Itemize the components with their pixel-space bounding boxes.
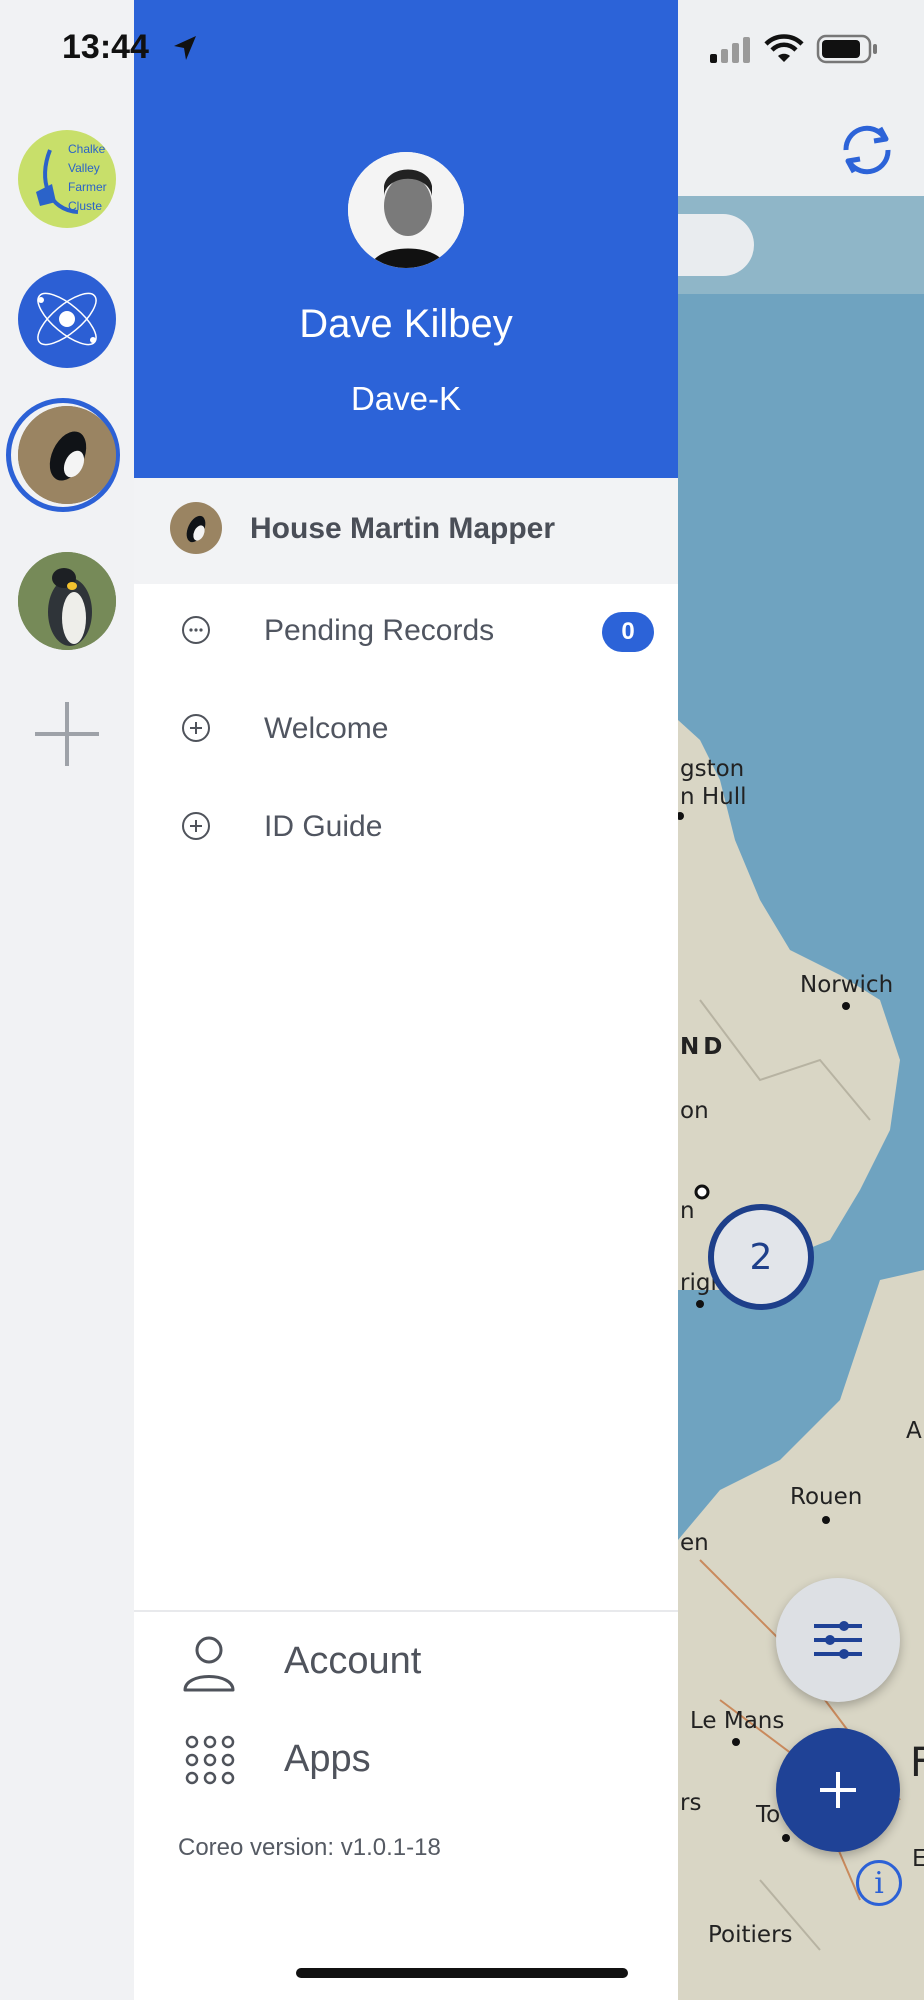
menu-item-label: Welcome [264,712,389,745]
apps-button[interactable]: Apps [134,1726,678,1812]
map-label: Rouen [790,1484,863,1510]
map-label: on [680,1098,709,1124]
pending-count-badge: 0 [602,612,654,652]
signal-icon [710,37,750,63]
map-label: A [906,1418,922,1444]
map-cluster-marker[interactable]: 2 [708,1204,814,1310]
app-avatar-penguin[interactable] [18,552,116,650]
map-label: E [912,1846,924,1872]
plus-icon [820,1772,856,1808]
home-indicator [296,1968,628,1978]
grid-dots-icon [185,1735,235,1785]
account-button[interactable]: Account [134,1628,678,1714]
menu-item-pending-records[interactable]: Pending Records 0 [134,586,678,682]
map-label: Le Mans [690,1708,785,1734]
battery-icon [816,34,877,64]
add-app-icon[interactable] [33,700,101,773]
avatar[interactable] [348,152,464,268]
divider [134,1610,678,1612]
app-avatar-chalke-valley[interactable]: Chalke Valley Farmer Cluste [18,130,116,228]
app-avatar-house-martin[interactable] [18,406,116,504]
bird-photo-icon [18,406,116,504]
atom-icon [37,292,97,346]
account-label: Account [284,1640,422,1682]
map-label: Norwich [800,972,894,998]
app-avatar-atom[interactable] [18,270,116,368]
status-time: 13:44 [62,28,149,66]
map-label: n [680,1198,695,1224]
menu-item-welcome[interactable]: Welcome [134,684,678,780]
map-label: rs [680,1790,702,1816]
person-icon [183,1636,235,1692]
profile-photo-icon [348,152,464,268]
filter-button[interactable] [776,1578,900,1702]
map-label: gston [680,756,745,782]
map-label: Poitiers [708,1922,793,1948]
app-avatar-text: Chalke Valley Farmer Cluste [68,142,107,213]
current-project-row[interactable]: House Martin Mapper [134,478,678,584]
map-header [678,0,924,196]
profile-username: Dave-K [350,380,462,417]
project-avatar [170,502,222,554]
penguin-photo-icon [18,552,116,650]
menu-item-id-guide[interactable]: ID Guide [134,782,678,878]
app-switcher-rail: Chalke Valley Farmer Cluste [0,0,134,2000]
map-label: n Hull [680,784,747,810]
apps-label: Apps [284,1738,371,1780]
location-arrow-icon [174,36,196,60]
project-title: House Martin Mapper [250,512,556,545]
sliders-icon [814,1621,862,1659]
app-version: Coreo version: v1.0.1-18 [178,1834,441,1861]
wifi-icon [764,34,804,62]
menu-item-label: ID Guide [264,810,383,843]
map-label: ND [680,1034,727,1060]
side-drawer: Dave Kilbey Dave-K House Martin Mapper P… [134,0,678,2000]
profile-name: Dave Kilbey [299,302,513,346]
profile-header: Dave Kilbey Dave-K [134,0,678,478]
ellipsis-circle-icon [182,616,210,644]
map-label: To [756,1802,781,1828]
add-record-button[interactable] [776,1728,900,1852]
map-label: F [910,1740,924,1786]
plus-circle-icon [182,714,210,742]
plus-circle-icon [182,812,210,840]
sync-icon[interactable] [836,122,898,183]
info-icon[interactable]: i [856,1860,902,1906]
map-label: en [680,1530,709,1556]
menu-item-label: Pending Records [264,614,495,647]
